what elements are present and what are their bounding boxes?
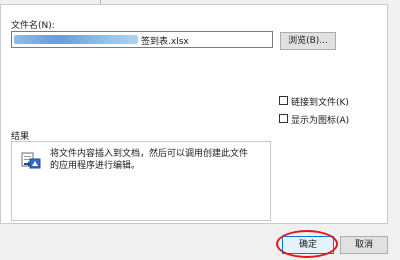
browse-button[interactable]: 浏览(B)... — [280, 32, 336, 50]
tab-panel: 文件名(N): 签到表.xlsx 浏览(B)... 链接到文件(K) 显示为图标… — [0, 4, 388, 224]
ok-button[interactable]: 确定 — [282, 236, 334, 254]
display-as-icon-label: 显示为图标(A) — [291, 116, 350, 126]
display-as-icon-checkbox[interactable] — [279, 114, 288, 123]
file-name-label: 文件名(N): — [11, 21, 55, 31]
link-to-file-checkbox[interactable] — [279, 96, 288, 105]
result-box: 将文件内容插入到文档，然后可以调用创建此文件的应用程序进行编辑。 — [11, 141, 271, 221]
file-name-value: 签到表.xlsx — [141, 37, 189, 47]
dialog-right-strip — [388, 0, 400, 260]
file-name-input[interactable]: 签到表.xlsx — [11, 31, 273, 48]
link-to-file-label: 链接到文件(K) — [291, 98, 349, 108]
redacted-path — [14, 35, 138, 44]
result-description: 将文件内容插入到文档，然后可以调用创建此文件的应用程序进行编辑。 — [50, 149, 249, 171]
insert-object-icon — [21, 152, 41, 169]
cancel-button[interactable]: 取消 — [340, 236, 388, 254]
